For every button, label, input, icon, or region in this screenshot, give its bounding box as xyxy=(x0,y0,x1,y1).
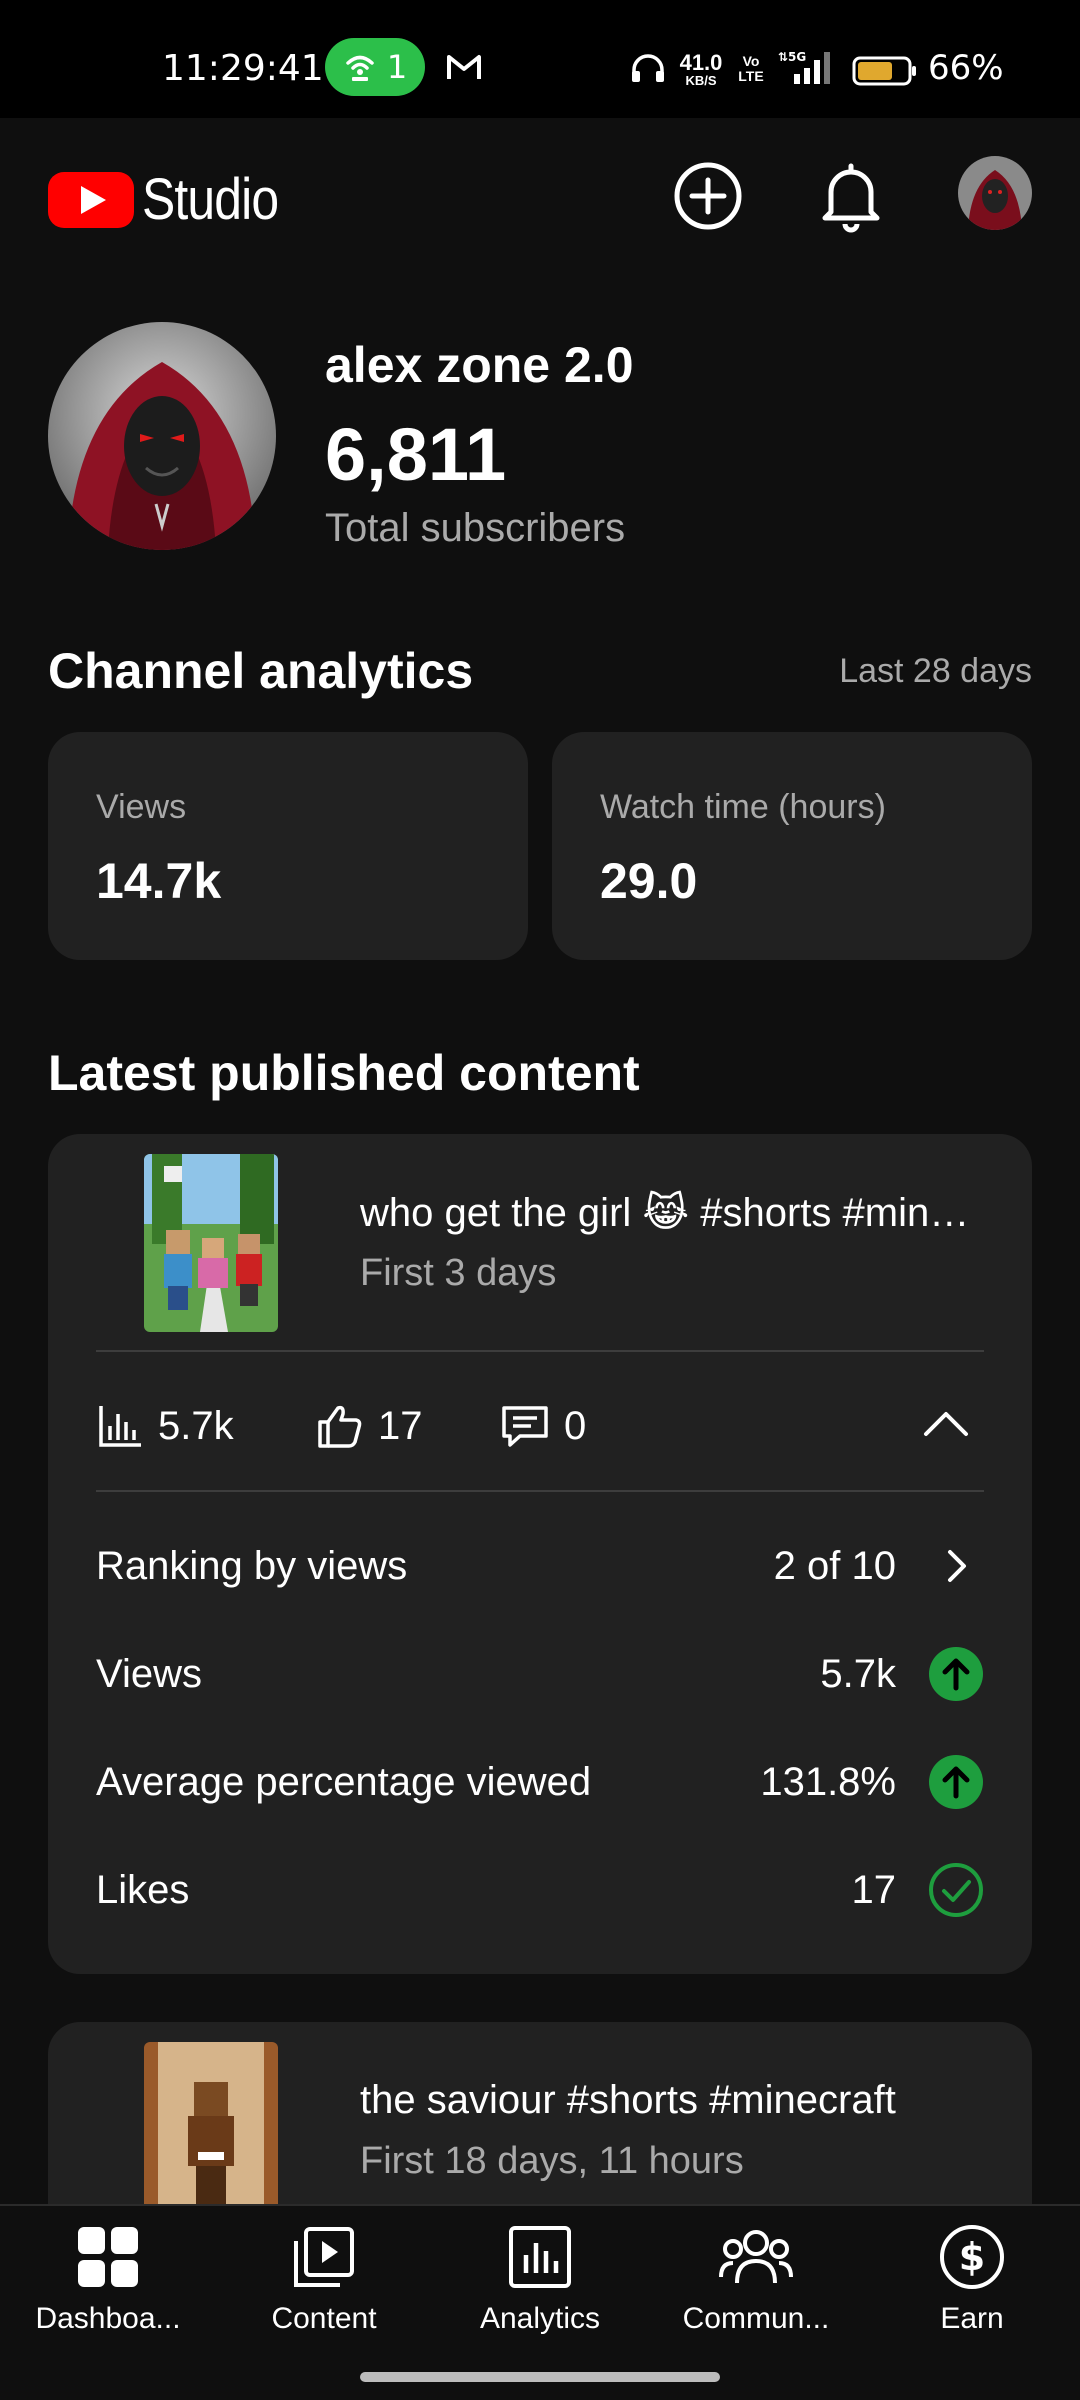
avg-percentage-row: Average percentage viewed 131.8% xyxy=(96,1752,984,1812)
youtube-logo-icon xyxy=(48,171,134,228)
gmail-icon xyxy=(447,55,481,79)
row-label: Ranking by views xyxy=(96,1543,408,1588)
status-bar: 11:29:41 1 41.0 KB/S Vo LTE ⇅5G 66% xyxy=(0,0,1080,118)
svg-text:$: $ xyxy=(959,2235,985,2279)
video-thumbnail-image xyxy=(144,2042,278,2220)
status-time: 11:29:41 xyxy=(162,48,324,89)
hotspot-count: 1 xyxy=(386,48,408,86)
nav-label: Dashboa... xyxy=(35,2302,181,2335)
views-row: Views 5.7k xyxy=(96,1644,984,1704)
nav-analytics[interactable]: Analytics xyxy=(432,2222,648,2352)
analytics-range: Last 28 days xyxy=(839,652,1032,690)
video-thumbnail[interactable] xyxy=(144,2042,278,2220)
headphone-icon xyxy=(632,54,664,82)
chevron-up-icon[interactable] xyxy=(920,1404,972,1444)
home-indicator[interactable] xyxy=(360,2372,720,2382)
row-label: Likes xyxy=(96,1867,190,1912)
channel-avatar[interactable] xyxy=(48,322,276,550)
stat-value: 29.0 xyxy=(600,853,698,909)
video-period: First 18 days, 11 hours xyxy=(360,2140,744,2182)
community-icon xyxy=(719,2230,793,2284)
nav-label: Earn xyxy=(940,2302,1004,2335)
arrow-up-green-icon xyxy=(928,1646,984,1702)
comments-metric: 0 xyxy=(500,1402,586,1450)
nav-community[interactable]: Commun... xyxy=(648,2222,864,2352)
video-period: First 3 days xyxy=(360,1252,557,1294)
analytics-icon xyxy=(509,2226,571,2288)
content-card[interactable]: who get the girl 😹 #shorts #minecraft Fi… xyxy=(48,1134,1032,1974)
nav-label: Analytics xyxy=(479,2302,601,2335)
subscriber-label: Total subscribers xyxy=(325,506,626,550)
youtube-studio-logo[interactable]: Studio xyxy=(48,166,300,233)
row-value: 5.7k xyxy=(820,1651,896,1696)
signal-icon: ⇅5G xyxy=(778,50,830,84)
create-plus-icon[interactable] xyxy=(672,160,744,232)
stat-value: 14.7k xyxy=(96,853,222,909)
bottom-navigation: Dashboa... Content Analytics Commun... $… xyxy=(0,2204,1080,2400)
hotspot-icon xyxy=(346,55,374,81)
battery-icon xyxy=(852,56,916,86)
subscriber-count: 6,811 xyxy=(325,413,507,496)
app-name: Studio xyxy=(142,167,279,232)
content-icon xyxy=(294,2227,354,2287)
row-label: Views xyxy=(96,1651,202,1696)
video-title[interactable]: the saviour #shorts #minecraft xyxy=(360,2078,990,2123)
hotspot-indicator: 1 xyxy=(325,38,425,96)
channel-name: alex zone 2.0 xyxy=(325,337,634,393)
row-label: Average percentage viewed xyxy=(96,1759,592,1804)
comment-icon xyxy=(502,1406,548,1447)
account-avatar-image xyxy=(958,156,1032,230)
thumbs-up-icon xyxy=(318,1405,362,1448)
stat-label: Views xyxy=(96,788,187,826)
battery-percent: 66% xyxy=(928,48,1004,88)
net-speed: 41.0 KB/S xyxy=(676,50,726,88)
video-thumbnail-image xyxy=(144,1154,278,1332)
channel-analytics-title: Channel analytics xyxy=(48,643,474,699)
nav-content[interactable]: Content xyxy=(216,2222,432,2352)
watch-time-card[interactable]: Watch time (hours) 29.0 xyxy=(552,732,1032,960)
volte-indicator: Vo LTE xyxy=(738,53,764,85)
video-title[interactable]: who get the girl 😹 #shorts #minecraft xyxy=(360,1190,990,1236)
app-header: Studio xyxy=(0,118,1080,268)
chevron-right-icon xyxy=(928,1538,984,1594)
earn-icon: $ xyxy=(940,2225,1004,2289)
divider xyxy=(96,1350,984,1352)
svg-text:⇅5G: ⇅5G xyxy=(778,50,806,64)
views-metric: 5.7k xyxy=(96,1402,234,1450)
nav-label: Commun... xyxy=(682,2302,830,2335)
likes-row: Likes 17 xyxy=(96,1860,984,1920)
net-speed-unit: KB/S xyxy=(685,73,717,88)
ranking-row[interactable]: Ranking by views 2 of 10 xyxy=(96,1536,984,1596)
likes-metric: 17 xyxy=(316,1402,423,1450)
latest-content-title: Latest published content xyxy=(48,1045,640,1101)
divider xyxy=(96,1490,984,1492)
views-value: 5.7k xyxy=(158,1403,234,1448)
bar-chart-icon xyxy=(99,1406,141,1447)
account-avatar[interactable] xyxy=(958,156,1032,230)
arrow-up-green-icon xyxy=(928,1754,984,1810)
net-speed-value: 41.0 xyxy=(679,50,723,75)
nav-earn[interactable]: $ Earn xyxy=(864,2222,1080,2352)
likes-value: 17 xyxy=(378,1403,423,1448)
comments-value: 0 xyxy=(564,1403,587,1448)
dashboard-icon xyxy=(78,2227,138,2287)
row-value: 131.8% xyxy=(760,1759,896,1804)
nav-dashboard[interactable]: Dashboa... xyxy=(0,2222,216,2352)
notification-bell-icon[interactable] xyxy=(815,158,887,234)
video-thumbnail[interactable] xyxy=(144,1154,278,1332)
row-value: 17 xyxy=(851,1867,897,1912)
nav-label: Content xyxy=(271,2302,377,2335)
channel-avatar-image xyxy=(48,322,276,550)
views-card[interactable]: Views 14.7k xyxy=(48,732,528,960)
check-circle-icon xyxy=(928,1862,984,1918)
stat-label: Watch time (hours) xyxy=(600,788,886,826)
row-value: 2 of 10 xyxy=(773,1543,896,1588)
